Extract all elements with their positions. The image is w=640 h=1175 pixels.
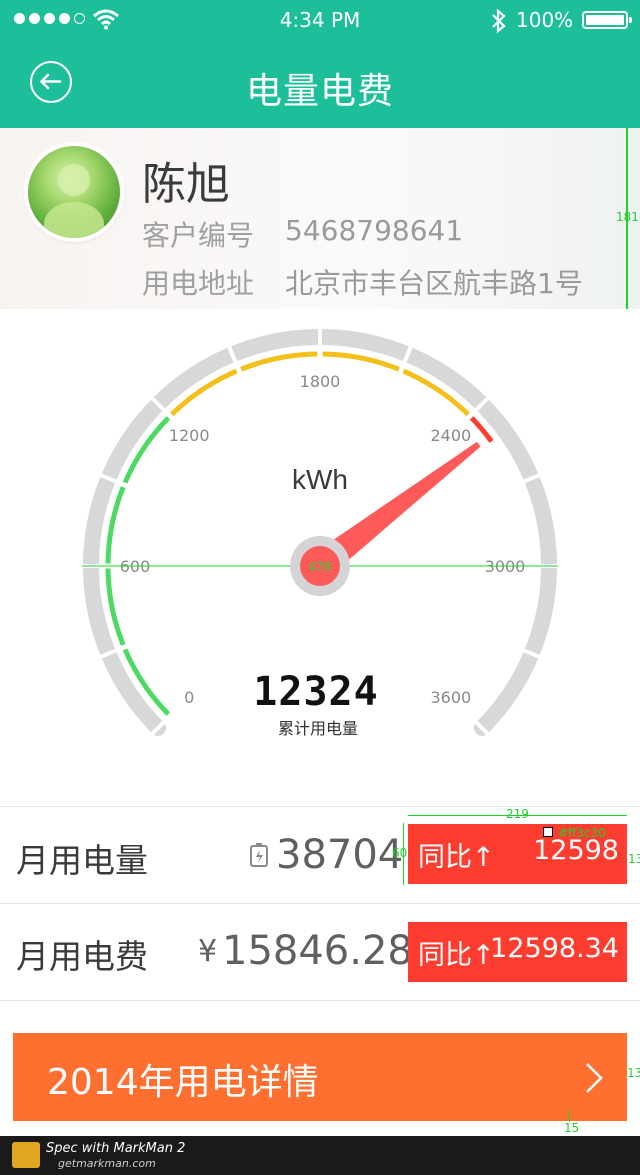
markman-footer: Spec with MarkMan 2 getmarkman.com: [0, 1136, 640, 1175]
gauge-tick-label: 1200: [169, 426, 210, 445]
customer-id-label: 客户编号: [142, 219, 255, 252]
currency-symbol: ¥: [198, 934, 218, 969]
chevron-right-icon: [586, 1063, 603, 1093]
spec-color: #ff3c30: [558, 826, 606, 840]
gauge-tick-label: 0: [184, 688, 194, 707]
user-name: 陈旭: [142, 159, 230, 210]
spec-height-line: [403, 823, 404, 885]
fee-compare-badge: 同比↑ 12598.34: [408, 922, 627, 982]
divider: [0, 806, 640, 807]
battery-icon: [582, 11, 632, 29]
usage-compare-label: 同比↑: [418, 842, 495, 873]
customer-id-value: 5468798641: [285, 214, 464, 247]
bluetooth-icon: [492, 8, 506, 34]
monthly-usage-label: 月用电量: [16, 841, 148, 880]
divider: [0, 903, 640, 904]
status-bar: 4:34 PM 100%: [0, 0, 640, 40]
fee-compare-label: 同比↑: [418, 940, 495, 971]
spec-width: 219: [506, 807, 529, 821]
usage-details-button[interactable]: 2014年用电详情: [13, 1033, 627, 1121]
battery-charge-icon: [250, 843, 268, 867]
gauge-tick-label: 3600: [430, 688, 471, 707]
gauge-unit: kWh: [292, 464, 348, 495]
gauge-tick-gap: [459, 705, 475, 721]
monthly-fee-value: 15846.28: [222, 928, 413, 974]
fee-compare-value: 12598.34: [490, 933, 619, 964]
color-picker-icon: [543, 827, 553, 837]
battery-percent: 100%: [516, 8, 574, 32]
usage-gauge: 0 600 1200 1800 2400 3000 3600 478 kWh 12324 累…: [0, 309, 640, 806]
address-label: 用电地址: [142, 267, 255, 300]
spec-height: 60: [392, 846, 408, 860]
divider: [0, 1000, 640, 1001]
page-title: 电量电费: [245, 71, 394, 112]
avatar[interactable]: [28, 146, 120, 238]
footer-title: Spec with MarkMan 2: [46, 1141, 186, 1156]
spec-ruler-text: 181: [616, 210, 639, 224]
gauge-tick-gap: [503, 640, 521, 651]
spec-cta-bottom: 15: [564, 1121, 580, 1135]
profile-card: 陈旭 客户编号 5468798641 用电地址 北京市丰台区航丰路1号 181: [0, 128, 640, 309]
gauge-tick-label: 1800: [300, 372, 341, 391]
center-value: 478: [309, 560, 332, 574]
markman-logo-icon: [12, 1142, 40, 1168]
total-label: 累计用电量: [278, 719, 358, 738]
user-icon: [44, 164, 104, 238]
navbar: 电量电费: [0, 40, 640, 128]
footer-url: getmarkman.com: [58, 1157, 156, 1170]
address-value: 北京市丰台区航丰路1号: [285, 267, 583, 300]
total-value: 12324: [253, 669, 378, 715]
spec-cta-right: 13: [627, 1066, 640, 1080]
gauge-svg: 060012001800240030003600 478 kWh 12324 累…: [82, 329, 558, 738]
gauge-tick-label: 2400: [430, 426, 471, 445]
monthly-fee-label: 月用电费: [16, 937, 148, 976]
spec-side: 13: [628, 852, 640, 866]
monthly-usage-value: 38704: [276, 832, 404, 878]
gauge-tick-gap: [503, 481, 521, 492]
usage-details-label: 2014年用电详情: [47, 1062, 319, 1103]
